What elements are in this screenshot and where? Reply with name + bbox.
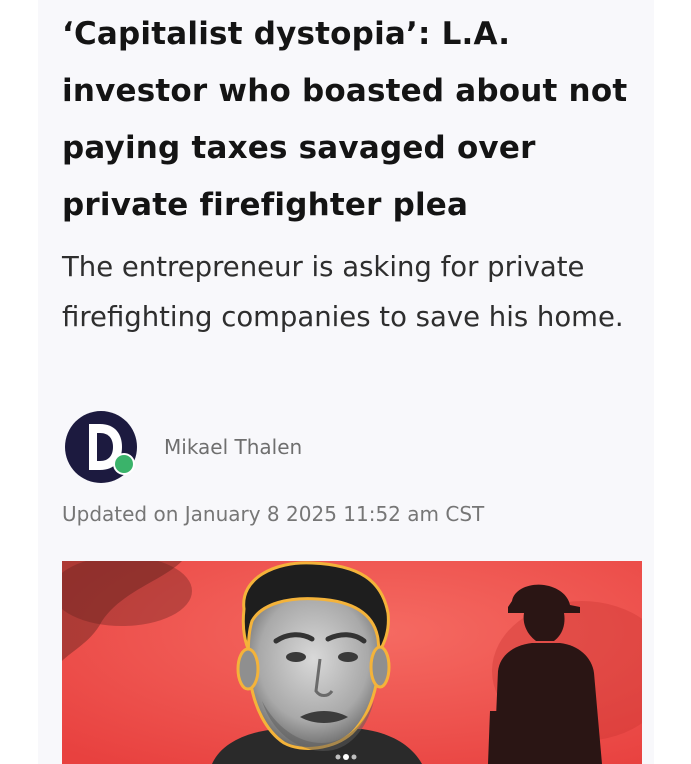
author-avatar[interactable] <box>64 410 138 484</box>
author-name[interactable]: Mikael Thalen <box>164 435 302 459</box>
article-headline[interactable]: ‘Capitalist dystopia’: L.A. investor who… <box>62 6 642 234</box>
daily-dot-logo-icon <box>65 411 137 483</box>
updated-timestamp: Updated on January 8 2025 11:52 am CST <box>62 502 485 526</box>
hero-image[interactable] <box>62 561 642 764</box>
article-dek: The entrepreneur is asking for private f… <box>62 251 624 333</box>
